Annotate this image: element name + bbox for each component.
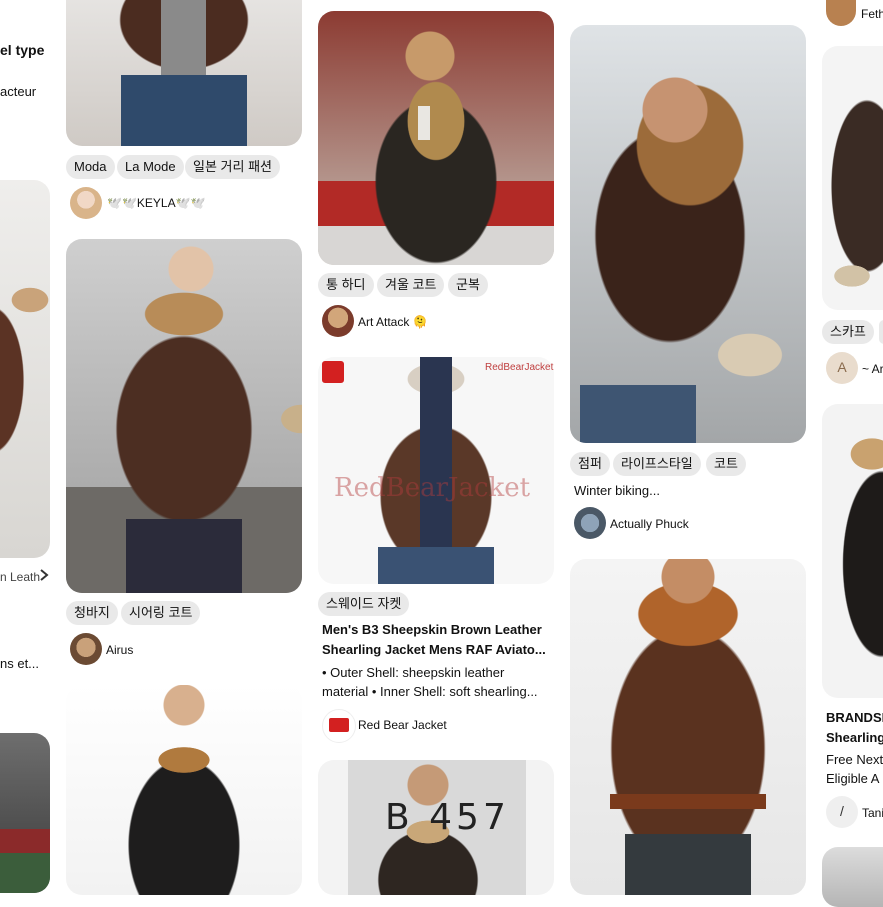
chevron-right-icon[interactable] bbox=[38, 568, 50, 582]
pin-c-image[interactable] bbox=[318, 11, 554, 265]
col0-desc-fragment: ns et... bbox=[0, 656, 40, 671]
chip-tag[interactable]: 시어링 코트 bbox=[121, 601, 201, 625]
pin-b-image[interactable] bbox=[66, 239, 302, 593]
pin-g-image[interactable] bbox=[570, 559, 806, 895]
pin-a-image[interactable] bbox=[66, 0, 302, 146]
pin-d-desc-box: • Outer Shell: sheepskin leather materia… bbox=[322, 663, 554, 701]
chip-tag[interactable]: 통 하디 bbox=[318, 273, 374, 297]
pin-d-logo-icon bbox=[322, 361, 344, 383]
pin-c2-image[interactable] bbox=[66, 685, 302, 895]
col4-username-2[interactable]: Tani bbox=[862, 806, 883, 820]
avatar[interactable] bbox=[322, 305, 354, 337]
col0-pin-image-2[interactable] bbox=[0, 733, 50, 893]
avatar[interactable] bbox=[826, 0, 856, 26]
pin-e-image-text: B 457 bbox=[385, 797, 510, 838]
chip-tag[interactable]: 스카프 bbox=[822, 320, 874, 344]
col4-desc: Free Next Eligible A bbox=[826, 752, 883, 786]
chip-tag[interactable]: La Mode bbox=[117, 155, 184, 179]
chip-tag[interactable]: 코트 bbox=[706, 452, 746, 476]
pin-a-username[interactable]: 🕊️🕊️KEYLA🕊️🕊️ bbox=[107, 196, 205, 210]
avatar[interactable] bbox=[70, 187, 102, 219]
pin-d-title-line[interactable]: Men's B3 Sheepskin Brown Leather Shearli… bbox=[322, 620, 550, 660]
pin-f-title[interactable]: Winter biking... bbox=[574, 483, 660, 498]
col0-pin-image-1[interactable] bbox=[0, 180, 50, 558]
col4-title[interactable]: BRANDSI Shearling bbox=[826, 708, 883, 748]
col0-text-fragment: acteur bbox=[0, 84, 37, 99]
pin-d-username[interactable]: Red Bear Jacket bbox=[358, 718, 447, 732]
col4-pin-image-1[interactable] bbox=[822, 46, 883, 310]
chip-tag[interactable]: 겨울 코트 bbox=[377, 273, 445, 297]
col4-username[interactable]: ~ Ar bbox=[862, 362, 883, 376]
col4-pin-image-3[interactable] bbox=[822, 847, 883, 907]
pin-d-image[interactable] bbox=[318, 357, 554, 584]
pin-d-title[interactable]: Men's B3 Sheepskin Brown Leather Shearli… bbox=[322, 622, 546, 657]
pin-f-username[interactable]: Actually Phuck bbox=[610, 517, 689, 531]
pin-c-username[interactable]: Art Attack 🫠 bbox=[358, 315, 428, 329]
col0-link-label[interactable]: n Leath bbox=[0, 570, 40, 584]
col4-pin-image-2[interactable] bbox=[822, 404, 883, 698]
chip-tag[interactable]: 점퍼 bbox=[570, 452, 610, 476]
chip-tag-partial[interactable] bbox=[879, 320, 883, 344]
pin-f-image[interactable] bbox=[570, 25, 806, 443]
chip-tag[interactable]: 라이프스타일 bbox=[613, 452, 701, 476]
col4-top-username[interactable]: Feth bbox=[861, 7, 883, 21]
avatar[interactable]: A bbox=[826, 352, 858, 384]
avatar[interactable] bbox=[70, 633, 102, 665]
chip-tag[interactable]: 일본 거리 패션 bbox=[185, 155, 280, 179]
col0-title-fragment[interactable]: el type bbox=[0, 42, 44, 58]
chip-tag[interactable]: 군복 bbox=[448, 273, 488, 297]
pin-d-desc: • Outer Shell: sheepskin leather materia… bbox=[322, 665, 538, 699]
pin-d-watermark-tag: RedBearJacket bbox=[485, 362, 554, 373]
chip-tag[interactable]: Moda bbox=[66, 155, 115, 179]
pin-b-username[interactable]: Airus bbox=[106, 643, 133, 657]
pin-d-watermark: RedBearJacket bbox=[334, 473, 531, 503]
chip-tag[interactable]: 스웨이드 자켓 bbox=[318, 592, 410, 616]
avatar[interactable] bbox=[322, 709, 356, 743]
avatar[interactable]: / bbox=[826, 796, 858, 828]
chip-tag[interactable]: 청바지 bbox=[66, 601, 118, 625]
avatar[interactable] bbox=[574, 507, 606, 539]
